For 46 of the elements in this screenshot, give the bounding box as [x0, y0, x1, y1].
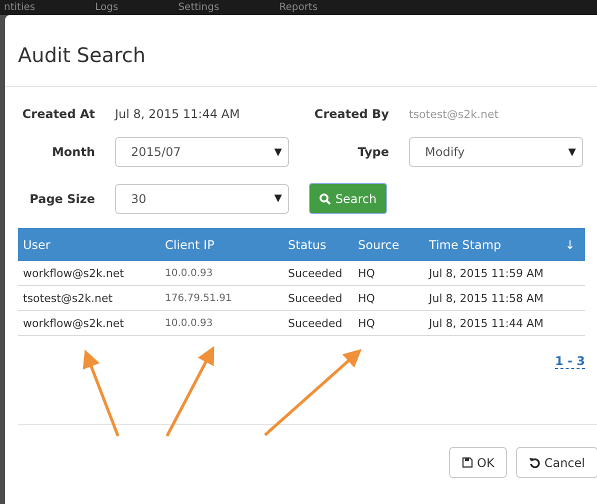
field-label: Created By [313, 107, 389, 121]
column-header[interactable]: Client IP [165, 238, 288, 252]
nav-item[interactable]: Reports [279, 2, 318, 14]
table-cell-text: workflow@s2k.net [23, 316, 125, 330]
table-cell-text: Jul 8, 2015 11:58 AM [429, 292, 544, 304]
save-icon [462, 457, 474, 468]
table-cell-text: Suceeded [288, 316, 344, 330]
column-header[interactable]: Time Stamp [429, 238, 565, 252]
table-cell-text: HQ [358, 266, 376, 280]
column-header[interactable]: User [23, 238, 165, 252]
month-select[interactable]: 2015/07 ▼ [115, 137, 289, 167]
caret-icon: ▼ [274, 193, 282, 204]
field-value: tsotest@s2k.net [409, 108, 500, 120]
type-select[interactable]: Modify ▼ [409, 137, 583, 167]
table-cell-text: Jul 8, 2015 11:44 AM [429, 316, 544, 330]
table-cell-text: Jul 8, 2015 11:59 AM [429, 266, 544, 280]
table-cell-text: workflow@s2k.net [23, 266, 125, 280]
ok-button[interactable]: OK [449, 447, 508, 478]
nav-item[interactable]: ntities [4, 2, 36, 14]
table-cell-text: HQ [358, 292, 376, 304]
field-label: Created At [21, 107, 95, 121]
search-button[interactable]: Search [309, 183, 387, 214]
undo-icon [529, 457, 540, 468]
field-label: Type [356, 145, 389, 159]
nav-item[interactable]: Logs [95, 2, 118, 14]
table-cell-text: 10.0.0.93 [165, 318, 214, 328]
cancel-button[interactable]: Cancel [516, 447, 597, 478]
table-cell-text: tsotest@s2k.net [23, 292, 114, 304]
table-cell-text: 176.79.51.91 [165, 292, 233, 304]
search-icon [319, 192, 332, 204]
caret-icon: ▼ [274, 146, 282, 158]
field-value: Jul 8, 2015 11:44 AM [115, 107, 241, 121]
pagination-link[interactable]: 1 - 3 [554, 354, 585, 369]
column-header[interactable]: Status [288, 238, 358, 252]
table-cell-text: Suceeded [288, 266, 344, 280]
page-size-select[interactable]: 30 ▼ [115, 184, 289, 214]
table-cell-text: HQ [358, 316, 376, 330]
field-label: Page Size [28, 192, 95, 206]
field-label: Month [50, 145, 95, 159]
caret-icon: ▼ [568, 146, 576, 158]
dialog-title: Audit Search [18, 42, 146, 66]
table-cell-text: 10.0.0.93 [165, 268, 214, 278]
table-cell-text: Suceeded [288, 292, 344, 304]
nav-item[interactable]: Settings [178, 2, 220, 14]
sort-icon[interactable]: ↓ [565, 238, 585, 252]
column-header[interactable]: Source [358, 238, 429, 252]
